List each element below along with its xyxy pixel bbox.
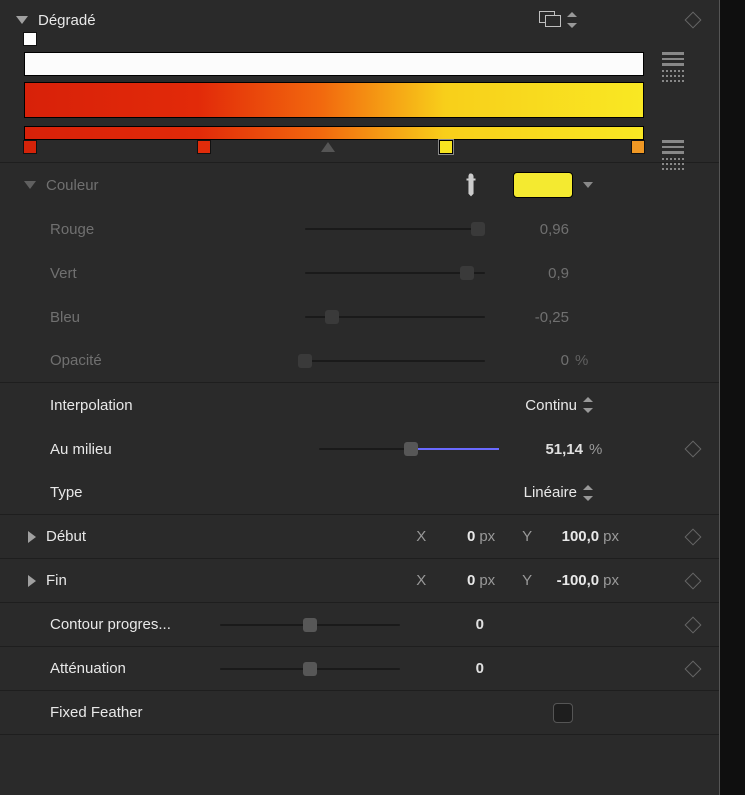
keyframe-diamond[interactable]: [685, 528, 702, 545]
px-unit: px: [603, 528, 619, 545]
fin-label: Fin: [46, 572, 146, 589]
bleu-value[interactable]: -0,25: [499, 309, 569, 326]
color-label: Couleur: [46, 177, 99, 194]
section-title: Dégradé: [38, 12, 96, 29]
vert-slider[interactable]: [305, 272, 485, 274]
keyframe-diamond[interactable]: [685, 616, 702, 633]
debut-y-value[interactable]: 100,0: [535, 528, 599, 545]
au-milieu-row: Au milieu 51,14 %: [0, 427, 719, 471]
opacite-label: Opacité: [50, 352, 160, 369]
section-header-gradient: Dégradé: [0, 0, 719, 40]
vert-row: Vert 0,9: [0, 251, 719, 295]
keyframe-diamond[interactable]: [685, 441, 702, 458]
color-stop[interactable]: [631, 140, 645, 154]
opacity-stop[interactable]: [23, 32, 37, 46]
x-label: X: [413, 572, 429, 589]
interpolation-label: Interpolation: [50, 397, 133, 414]
fixed-feather-checkbox[interactable]: [553, 703, 573, 723]
midpoint-stop[interactable]: [321, 142, 335, 152]
fin-y-value[interactable]: -100,0: [535, 572, 599, 589]
vert-label: Vert: [50, 265, 160, 282]
attenuation-label: Atténuation: [50, 660, 220, 677]
color-stop[interactable]: [23, 140, 37, 154]
type-value[interactable]: Linéaire: [507, 484, 577, 501]
bleu-label: Bleu: [50, 309, 160, 326]
keyframe-diamond[interactable]: [685, 572, 702, 589]
gradient-editor: [0, 40, 719, 163]
fin-row: Fin X 0 px Y -100,0 px: [0, 559, 719, 603]
opacity-gradient-bar[interactable]: [24, 52, 644, 76]
vert-value[interactable]: 0,9: [499, 265, 569, 282]
rouge-value[interactable]: 0,96: [499, 221, 569, 238]
px-unit: px: [479, 572, 495, 589]
contour-slider[interactable]: [220, 624, 400, 626]
attenuation-row: Atténuation 0: [0, 647, 719, 691]
type-row: Type Linéaire: [0, 471, 719, 515]
interpolation-row: Interpolation Continu: [0, 383, 719, 427]
preset-icon: [539, 11, 561, 29]
au-milieu-slider[interactable]: [319, 448, 499, 450]
bleu-slider[interactable]: [305, 316, 485, 318]
debut-x-value[interactable]: 0: [429, 528, 475, 545]
disclosure-debut[interactable]: [28, 531, 36, 543]
keyframe-diamond[interactable]: [685, 660, 702, 677]
au-milieu-unit: %: [589, 441, 617, 458]
updown-arrows-icon[interactable]: [583, 485, 593, 501]
interpolation-value[interactable]: Continu: [507, 397, 577, 414]
color-stop-selected[interactable]: [439, 140, 453, 154]
type-label: Type: [50, 484, 83, 501]
au-milieu-label: Au milieu: [50, 441, 160, 458]
eyedropper-icon[interactable]: [454, 168, 488, 202]
distribute-icon[interactable]: [662, 140, 684, 154]
color-stop-row: [24, 140, 644, 158]
color-stop[interactable]: [197, 140, 211, 154]
opacite-value[interactable]: 0: [499, 352, 569, 369]
distribute-dashed-icon[interactable]: [662, 70, 684, 82]
updown-arrows-icon[interactable]: [583, 397, 593, 413]
attenuation-value[interactable]: 0: [414, 660, 484, 677]
fixed-feather-row: Fixed Feather: [0, 691, 719, 735]
rouge-slider[interactable]: [305, 228, 485, 230]
preset-menu[interactable]: [539, 11, 577, 29]
px-unit: px: [479, 528, 495, 545]
color-swatch[interactable]: [513, 172, 573, 198]
contour-value[interactable]: 0: [414, 616, 484, 633]
inspector-panel: Dégradé: [0, 0, 720, 795]
attenuation-slider[interactable]: [220, 668, 400, 670]
opacite-row: Opacité 0 %: [0, 339, 719, 383]
rouge-row: Rouge 0,96: [0, 207, 719, 251]
debut-row: Début X 0 px Y 100,0 px: [0, 515, 719, 559]
fixed-feather-label: Fixed Feather: [50, 704, 143, 721]
disclosure-gradient[interactable]: [16, 16, 28, 24]
keyframe-diamond[interactable]: [685, 12, 702, 29]
x-label: X: [413, 528, 429, 545]
bleu-row: Bleu -0,25: [0, 295, 719, 339]
contour-label: Contour progres...: [50, 616, 220, 633]
color-gradient-bar[interactable]: [24, 82, 644, 118]
opacite-unit: %: [575, 352, 603, 369]
chevron-down-icon[interactable]: [583, 182, 593, 188]
disclosure-color[interactable]: [24, 181, 36, 189]
disclosure-fin[interactable]: [28, 575, 36, 587]
au-milieu-value[interactable]: 51,14: [513, 441, 583, 458]
color-section-header: Couleur: [0, 163, 719, 207]
result-gradient-bar: [24, 126, 644, 140]
rouge-label: Rouge: [50, 221, 160, 238]
y-label: Y: [519, 572, 535, 589]
opacite-slider[interactable]: [305, 360, 485, 362]
fin-x-value[interactable]: 0: [429, 572, 475, 589]
px-unit: px: [603, 572, 619, 589]
debut-label: Début: [46, 528, 146, 545]
updown-arrows-icon: [567, 12, 577, 28]
distribute-icon[interactable]: [662, 52, 684, 66]
y-label: Y: [519, 528, 535, 545]
contour-row: Contour progres... 0: [0, 603, 719, 647]
